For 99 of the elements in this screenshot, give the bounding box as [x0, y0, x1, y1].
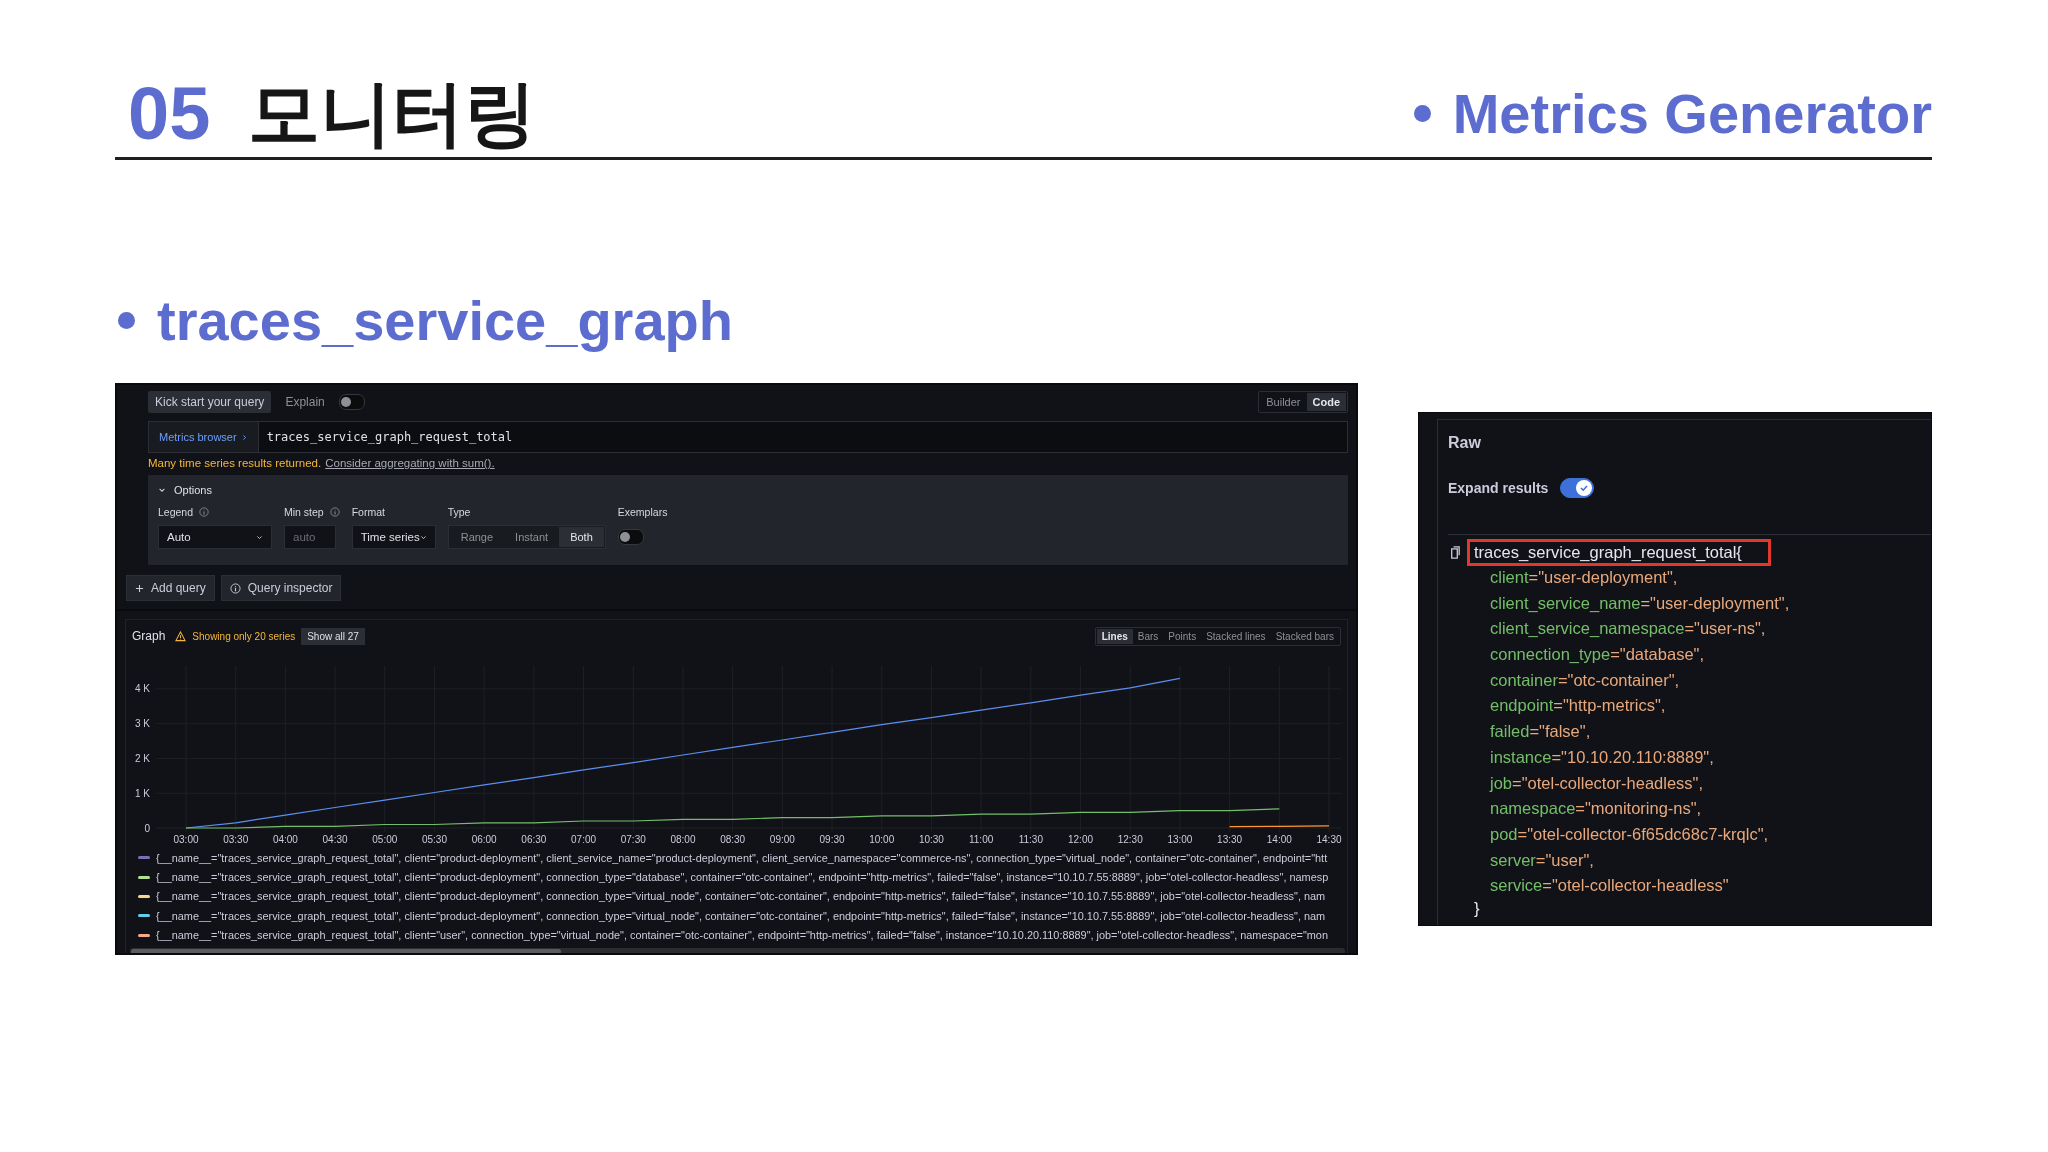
type-option[interactable]: Range: [449, 527, 505, 547]
axis-label: 13:00: [1167, 834, 1193, 845]
show-all-button[interactable]: Show all 27: [301, 627, 365, 645]
type-label: Type: [447, 506, 471, 518]
plus-icon: [135, 583, 144, 593]
axis-label: 03:00: [173, 834, 199, 845]
closing-brace: }: [1473, 898, 1480, 918]
label-line: container="otc-container",: [1489, 669, 1680, 691]
axis-label: 3 K: [135, 718, 150, 730]
axis-label: 10:00: [869, 834, 895, 845]
series-notice: Showing only 20 series: [192, 630, 296, 642]
explain-label: Explain: [285, 395, 325, 409]
axis-label: 09:30: [819, 834, 845, 845]
topic-title: Metrics Generator: [1452, 81, 1932, 146]
legend-select[interactable]: Auto: [158, 525, 272, 549]
label-line: namespace="monitoring-ns",: [1489, 798, 1702, 820]
mode-tab[interactable]: Builder: [1260, 393, 1307, 411]
toggle-switch[interactable]: [1560, 478, 1595, 498]
mode-tab[interactable]: Code: [1306, 393, 1346, 411]
axis-label: 05:00: [372, 834, 398, 845]
format-select[interactable]: Time series: [351, 525, 436, 549]
axis-label: 11:00: [969, 834, 994, 845]
legend-entry[interactable]: {__name__="traces_service_graph_request_total", client="product-deployment", connection_type="virtual_node", container="otc-container", endpoint="http-metrics", failed="false", instance="10.10.7.55:8889", job="otel-collector-headless", nam: [156, 890, 1326, 903]
type-option[interactable]: Both: [559, 527, 604, 547]
add-query-button[interactable]: Add query: [126, 575, 215, 601]
axis-label: 14:00: [1266, 834, 1292, 845]
label-line: client_service_namespace="user-ns",: [1489, 618, 1766, 640]
axis-label: 11:30: [1018, 834, 1043, 845]
axis-label: 04:00: [272, 834, 298, 845]
min-step-input[interactable]: auto: [284, 525, 336, 549]
label-line: connection_type="database",: [1489, 644, 1704, 666]
axis-label: 13:30: [1217, 834, 1243, 845]
label-line: failed="false",: [1489, 721, 1591, 743]
label-line: client="user-deployment",: [1489, 567, 1678, 588]
warning-icon: [175, 630, 187, 642]
bullet-icon: [118, 312, 135, 329]
section-number: 05: [128, 71, 211, 156]
caret-icon: [419, 533, 427, 541]
label-line: job="otel-collector-headless",: [1488, 772, 1704, 794]
section-title: 모니터링: [248, 69, 537, 157]
warning-text: Many time series results returned.: [148, 457, 322, 469]
axis-label: 14:30: [1316, 834, 1342, 845]
axis-label: 07:30: [620, 834, 646, 845]
raw-title: Raw: [1448, 434, 1481, 452]
axis-label: 05:30: [421, 834, 447, 845]
axis-label: 12:30: [1117, 834, 1143, 845]
axis-label: 10:30: [918, 834, 944, 845]
label-line: server="user",: [1489, 849, 1594, 871]
toggle-switch[interactable]: [617, 529, 644, 545]
axis-label: 03:30: [223, 834, 249, 845]
axis-label: 09:00: [769, 834, 795, 845]
label-line: endpoint="http-metrics",: [1489, 695, 1666, 717]
info-icon: [329, 507, 340, 517]
caret-icon: [256, 533, 263, 541]
graph-style-tab[interactable]: Stacked lines: [1201, 628, 1271, 644]
axis-label: 07:00: [571, 834, 597, 845]
axis-label: 2 K: [135, 752, 150, 764]
axis-label: 04:30: [322, 834, 348, 845]
legend-entry[interactable]: {__name__="traces_service_graph_request_total", client="product-deployment", client_service_name="product-deployment", client_service_namespace="commerce-ns", connection_type="virtual_node", container="otc-container", endpoint="htt: [156, 851, 1328, 864]
legend-entry[interactable]: {__name__="traces_service_graph_request_total", client="product-deployment", connection_type="database", container="otc-container", endpoint="http-metrics", failed="false", instance="10.10.7.55:8889", job="otel-collector-headless", namesp: [156, 871, 1329, 884]
format-label: Format: [351, 506, 385, 518]
copy-icon[interactable]: [1448, 545, 1461, 559]
metric-name: traces_service_graph_request_total{: [1467, 538, 1771, 566]
min-step-label: Min step: [284, 506, 324, 518]
check-icon: [1579, 483, 1590, 493]
bullet-icon: [1413, 105, 1431, 122]
axis-label: 08:30: [720, 834, 746, 845]
axis-label: 06:30: [521, 834, 547, 845]
slide-subtitle: traces_service_graph: [157, 288, 733, 353]
legend-entry[interactable]: {__name__="traces_service_graph_request_total", client="product-deployment", connection_type="virtual_node", container="otc-container", endpoint="http-metrics", failed="false", instance="10.10.7.55:8889", job="otel-collector-headless", nam: [156, 909, 1326, 922]
axis-label: 4 K: [135, 683, 150, 695]
info-icon: [199, 507, 210, 517]
graph-title: Graph: [132, 629, 166, 643]
kick-start-button[interactable]: Kick start your query: [148, 391, 272, 413]
label-line: instance="10.10.20.110:8889",: [1489, 746, 1714, 768]
options-toggle[interactable]: Options: [158, 481, 1338, 499]
exemplars-label: Exemplars: [617, 506, 668, 518]
info-icon: [229, 582, 241, 594]
legend-entry[interactable]: {__name__="traces_service_graph_request_total", client="user", connection_type="virtual_node", container="otc-container", endpoint="http-metrics", failed="false", instance="10.10.20.110:8889", job="otel-collector-headless", namespace="mon: [156, 929, 1328, 942]
graph-style-tab[interactable]: Bars: [1132, 628, 1164, 644]
toggle-switch[interactable]: [338, 394, 365, 410]
label-line: service="otel-collector-headless": [1489, 875, 1729, 897]
label-line: pod="otel-collector-6f65dc68c7-krqlc",: [1489, 823, 1769, 845]
expand-results-label: Expand results: [1448, 480, 1549, 496]
axis-label: 08:00: [670, 834, 696, 845]
graph-style-tab[interactable]: Points: [1163, 628, 1202, 644]
axis-label: 12:00: [1068, 834, 1094, 845]
graph-style-tab[interactable]: Stacked bars: [1270, 628, 1339, 644]
aggregate-link[interactable]: Consider aggregating with sum().: [325, 457, 495, 469]
axis-label: 06:00: [471, 834, 497, 845]
label-line: client_service_name="user-deployment",: [1489, 592, 1790, 614]
scrollbar[interactable]: [130, 947, 1345, 953]
axis-label: 1 K: [135, 787, 150, 799]
legend-label: Legend: [158, 506, 194, 518]
chevron-down-icon: [158, 486, 166, 494]
type-option[interactable]: Instant: [504, 527, 560, 547]
query-inspector-button[interactable]: Query inspector: [220, 575, 342, 601]
graph-style-tab[interactable]: Lines: [1096, 628, 1133, 644]
axis-label: 0: [144, 822, 150, 834]
